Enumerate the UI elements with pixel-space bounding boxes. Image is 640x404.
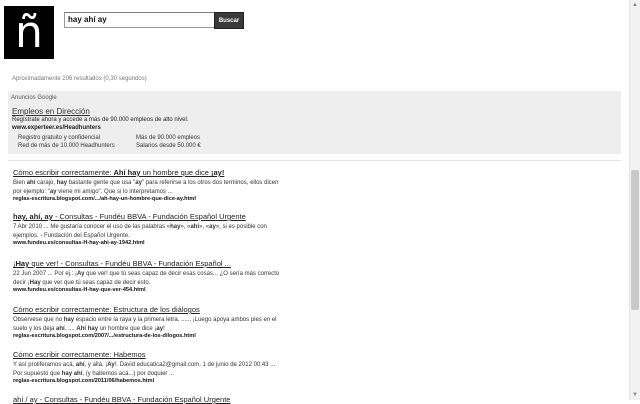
scrollbar-thumb[interactable]: [631, 170, 639, 310]
ads-label: Anuncios Google: [11, 95, 57, 101]
result-url[interactable]: reglas-escritura.blogspot.com/.../ah-hay…: [13, 196, 283, 202]
logo-glyph: ñ: [15, 6, 43, 58]
divider: [8, 160, 621, 161]
result-title-link[interactable]: ¡Hay que ver! - Consultas - Fundéu BBVA …: [13, 259, 283, 268]
result-url[interactable]: reglas-escritura.blogspot.com/2007/.../e…: [13, 333, 283, 339]
ad-feature: Salarios desde 50.000 €: [136, 143, 201, 149]
site-logo[interactable]: ñ: [4, 6, 54, 59]
search-result: Cómo escribir correctamente: Estructura …: [13, 305, 283, 339]
ad-column-right: Más de 90.000 empleos Salarios desde 50.…: [136, 134, 201, 150]
scroll-down-icon[interactable]: ▼: [632, 392, 638, 398]
result-snippet: Bien ahí carajo, hay bastante gente que …: [13, 180, 279, 195]
results-stats: Aproximadamente 206 resultados (0,30 seg…: [12, 76, 147, 82]
ad-title-link[interactable]: Empleos en Dirección: [12, 107, 90, 116]
ad-feature: Registro gratuito y confidencial: [18, 135, 101, 141]
search-result: ¡Hay que ver! - Consultas - Fundéu BBVA …: [13, 259, 283, 293]
result-title-link[interactable]: Cómo escribir correctamente: Ahí hay un …: [13, 168, 283, 177]
result-snippet: 22 Jun 2007 ... Por ej.: ¡Ay que ver! qu…: [13, 271, 280, 286]
search-result: Cómo escribir correctamente: Ahí hay un …: [13, 168, 283, 202]
ads-panel: Anuncios Google Empleos en Dirección Reg…: [8, 91, 621, 154]
search-result: hay, ahí, ay - Consultas - Fundéu BBVA -…: [13, 212, 283, 246]
ad-feature: Red de más de 10.000 Headhunters: [18, 143, 115, 149]
result-title-link[interactable]: hay, ahí, ay - Consultas - Fundéu BBVA -…: [13, 212, 283, 221]
scrollbar[interactable]: ▲ ▼: [629, 0, 640, 400]
search-button[interactable]: Buscar: [214, 12, 244, 29]
result-url[interactable]: www.fundeu.es/consultas-H-hay-que-ver-45…: [13, 287, 283, 293]
result-title-link[interactable]: Cómo escribir correctamente: Habemos: [13, 350, 283, 359]
search-result: Cómo escribir correctamente: Habemos Y as…: [13, 350, 283, 384]
ad-url[interactable]: www.experteer.es/Headhunters: [12, 125, 101, 131]
result-title-link[interactable]: Cómo escribir correctamente: Estructura …: [13, 305, 283, 314]
scroll-up-icon[interactable]: ▲: [632, 2, 638, 8]
ad-feature: Más de 90.000 empleos: [136, 135, 201, 141]
ad-description: Regístrate ahora y accede a más de 90.00…: [12, 117, 189, 123]
result-url[interactable]: reglas-escritura.blogspot.com/2011/06/ha…: [13, 378, 283, 384]
result-url[interactable]: www.fundeu.es/consultas-H-hay-ahi-ay-194…: [13, 240, 283, 246]
search-input[interactable]: hay ahí ay: [64, 12, 216, 28]
result-snippet: Y así proliferamos acá, ahí, y allá. ¡Ay…: [13, 362, 276, 377]
result-snippet: Obsérvese que no hay espacio entre la ra…: [13, 317, 277, 332]
result-snippet: 7 Abr 2010 ... Me gustaría conocer el us…: [13, 224, 267, 239]
ad-column-left: Registro gratuito y confidencial Red de …: [18, 134, 115, 150]
